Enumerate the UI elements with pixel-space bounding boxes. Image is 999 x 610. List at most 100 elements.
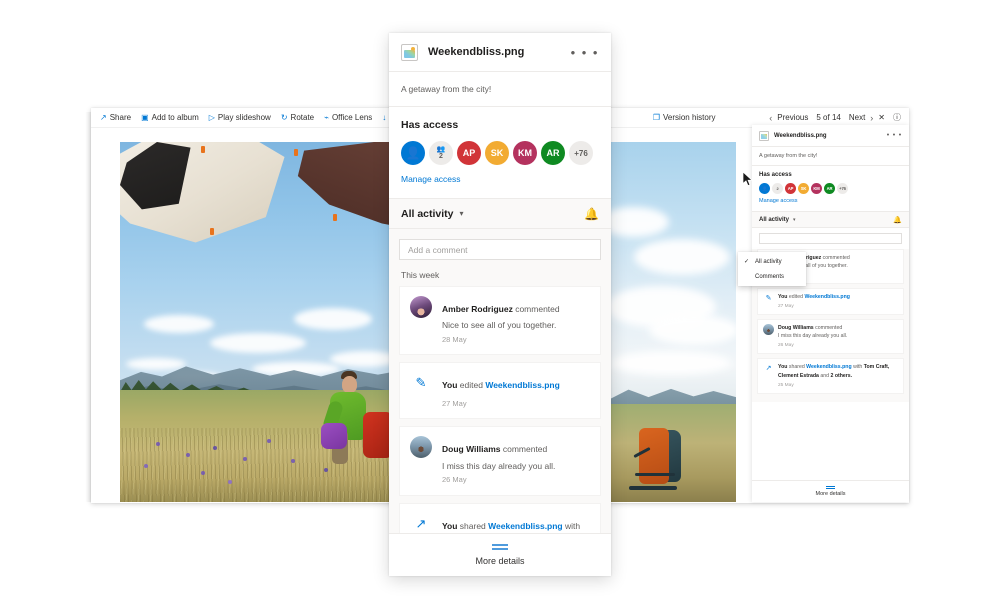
activity-filter-label: All activity	[401, 207, 454, 220]
actor-name: Amber Rodriguez	[442, 304, 513, 314]
file-link[interactable]: Weekendbliss.png	[488, 521, 562, 531]
avatar	[763, 324, 774, 336]
avatar-initials[interactable]: AP	[457, 141, 481, 165]
file-link[interactable]: Weekendbliss.png	[485, 380, 559, 390]
info-icon[interactable]: ⓘ	[890, 112, 904, 123]
activity-item[interactable]: ✎ You edited Weekendbliss.png 27 May	[757, 287, 904, 316]
avatar-initials[interactable]: AR	[824, 183, 835, 194]
overflow-menu-button[interactable]: • • •	[571, 46, 599, 59]
small-comment-input[interactable]	[759, 233, 902, 244]
dropdown-item-all-activity[interactable]: ✓ All activity	[738, 254, 806, 269]
chevron-down-icon[interactable]: ▾	[793, 217, 796, 223]
photo-person-head	[342, 376, 357, 393]
avatar-initials[interactable]: KM	[811, 183, 822, 194]
viewer-nav-controls: ‹ Previous 5 of 14 Next › ✕ ⓘ	[769, 112, 909, 123]
avatar-initials[interactable]: SK	[798, 183, 809, 194]
more-details-footer[interactable]: More details	[389, 533, 611, 576]
notification-bell-icon[interactable]: 🔔	[893, 216, 902, 224]
small-has-access-section: Has access 👤 2 AP SK KM AR +76 Manage ac…	[752, 166, 909, 212]
mouse-cursor	[743, 172, 753, 187]
office-lens-icon: ⌁	[324, 112, 329, 122]
has-access-heading: Has access	[759, 172, 792, 178]
add-person-icon[interactable]: 👤	[759, 183, 770, 194]
notification-bell-icon[interactable]: 🔔	[584, 207, 599, 221]
details-panel-small: Weekendbliss.png • • • A getaway from th…	[752, 125, 909, 502]
has-access-heading: Has access	[401, 119, 459, 131]
file-name: Weekendbliss.png	[774, 132, 827, 139]
activity-date: 25 May	[778, 383, 794, 389]
file-link[interactable]: Weekendbliss.png	[804, 294, 849, 300]
group-avatar[interactable]: 2	[772, 183, 783, 194]
actor-name: You	[778, 364, 788, 371]
action-verb: edited	[787, 293, 805, 300]
activity-item[interactable]: ↗ You shared Weekendbliss.png with Tom C…	[757, 358, 904, 395]
actor-name: You	[442, 380, 458, 391]
activity-item[interactable]: Doug Williams commented I miss this day …	[399, 426, 601, 496]
avatar-overflow-count[interactable]: +76	[837, 183, 848, 194]
avatar-initials[interactable]: AP	[785, 183, 796, 194]
avatar-initials[interactable]: KM	[513, 141, 537, 165]
toolbar-button-version-history[interactable]: ❐ Version history	[648, 109, 721, 127]
activity-group-label: This week	[401, 270, 440, 280]
activity-body: I miss this day already you all.	[778, 333, 848, 340]
activity-date: 26 May	[442, 474, 467, 484]
small-panel-header: Weekendbliss.png • • •	[752, 125, 909, 147]
photo-secondary[interactable]	[611, 142, 736, 502]
avatar-overflow-count[interactable]: +76	[569, 141, 593, 165]
action-verb: shared	[457, 520, 489, 531]
manage-access-link[interactable]: Manage access	[401, 174, 599, 184]
activity-text: You shared Weekendbliss.png with Tom Cra…	[442, 513, 590, 535]
action-verb: commented	[821, 255, 850, 261]
small-activity-filter-bar[interactable]: All activity ▾ 🔔	[752, 212, 909, 228]
add-to-album-icon: ▣	[141, 112, 149, 122]
large-panel-header: Weekendbliss.png • • •	[389, 33, 611, 72]
small-more-details-footer[interactable]: More details	[752, 480, 909, 502]
comment-input[interactable]: Add a comment	[399, 239, 601, 260]
toolbar-button-rotate[interactable]: ↻ Rotate	[276, 109, 319, 127]
activity-item[interactable]: Amber Rodriguez commented Nice to see al…	[399, 286, 601, 356]
dropdown-item-comments[interactable]: Comments	[738, 269, 806, 284]
activity-date: 27 May	[442, 398, 467, 408]
page-counter: 5 of 14	[816, 113, 841, 122]
next-chevron-icon[interactable]: ›	[870, 113, 873, 123]
version-history-icon: ❐	[652, 112, 661, 122]
toolbar-button-share[interactable]: ↗ Share	[95, 109, 136, 127]
activity-filter-dropdown: ✓ All activity Comments	[738, 252, 806, 286]
activity-date: 26 May	[778, 342, 794, 348]
screenshot-root: ↗ Share ▣ Add to album ▷ Play slideshow …	[0, 0, 999, 610]
chevron-down-icon[interactable]: ▾	[460, 209, 464, 218]
toolbar-button-play-slideshow[interactable]: ▷ Play slideshow	[204, 109, 276, 127]
drag-handle-icon[interactable]	[826, 486, 835, 487]
activity-date: 28 May	[442, 334, 467, 344]
group-count: 2	[439, 153, 443, 160]
toolbar-button-office-lens[interactable]: ⌁ Office Lens	[319, 109, 377, 127]
actor-name: You	[442, 520, 458, 531]
toolbar-button-add-to-album[interactable]: ▣ Add to album	[136, 109, 204, 127]
photo-primary[interactable]	[120, 142, 420, 502]
activity-filter-bar[interactable]: All activity ▾ 🔔	[389, 199, 611, 229]
rotate-icon: ↻	[280, 112, 288, 122]
overflow-menu-button[interactable]: • • •	[887, 132, 902, 139]
next-button[interactable]: Next	[846, 113, 868, 122]
avatar-initials[interactable]: SK	[485, 141, 509, 165]
drag-handle-icon[interactable]	[492, 544, 508, 546]
avatar-initials[interactable]: AR	[541, 141, 565, 165]
close-icon[interactable]: ✕	[875, 113, 888, 122]
previous-chevron-icon[interactable]: ‹	[769, 113, 772, 123]
access-avatar-list: 👤 2 AP SK KM AR +76	[759, 183, 902, 194]
add-person-icon[interactable]: 👤	[401, 141, 425, 165]
file-name: Weekendbliss.png	[428, 46, 525, 58]
people-icon: 👥	[436, 146, 446, 153]
activity-text: Doug Williams commented I miss this day …	[442, 436, 590, 485]
has-access-section: Has access 👤 👥 2 AP SK KM AR +76 Manage …	[389, 107, 611, 199]
previous-button[interactable]: Previous	[774, 113, 811, 122]
activity-item[interactable]: ✎ You edited Weekendbliss.png 27 May	[399, 362, 601, 420]
activity-item[interactable]: Doug Williams commented I miss this day …	[757, 319, 904, 355]
activity-item[interactable]: ↗ You shared Weekendbliss.png with Tom C…	[399, 502, 601, 535]
access-avatar-list: 👤 👥 2 AP SK KM AR +76	[401, 141, 599, 165]
group-avatar[interactable]: 👥 2	[429, 141, 453, 165]
manage-access-link[interactable]: Manage access	[759, 198, 902, 204]
action-verb: commented	[813, 325, 843, 332]
file-link[interactable]: Weekendbliss.png	[806, 364, 851, 370]
toolbar-label: Share	[109, 113, 132, 122]
